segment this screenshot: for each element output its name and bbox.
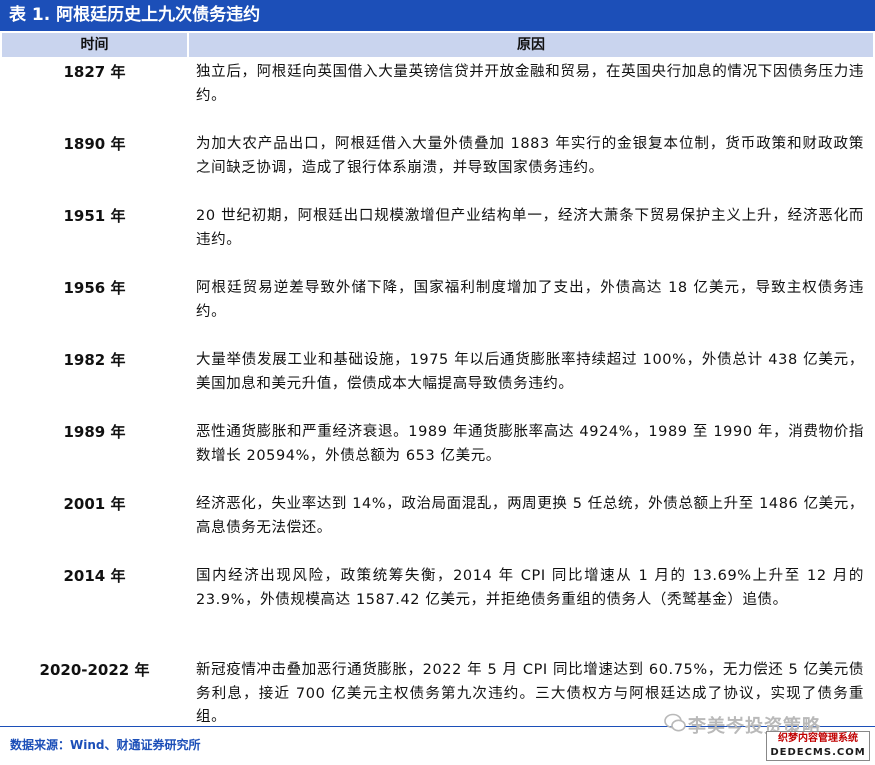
reason-cell: 经济恶化，失业率达到 14%，政治局面混乱，两周更换 5 任总统，外债总额上升至… <box>196 496 864 536</box>
reason-cell: 20 世纪初期，阿根廷出口规模激增但产业结构单一，经济大萧条下贸易保护主义上升，… <box>196 208 864 248</box>
reason-cell: 为加大农产品出口，阿根廷借入大量外债叠加 1883 年实行的金银复本位制，货币政… <box>196 136 864 176</box>
year-cell: 2014 年 <box>63 567 126 585</box>
watermark-site: DEDECMS.COM <box>770 747 866 758</box>
year-cell: 1956 年 <box>63 279 126 297</box>
reason-cell: 独立后，阿根廷向英国借入大量英镑信贷并开放金融和贸易，在英国央行加息的情况下因债… <box>196 64 864 104</box>
watermark-site-badge: 织梦内容管理系统 DEDECMS.COM <box>766 731 870 761</box>
year-cell: 1982 年 <box>63 351 126 369</box>
year-cell: 2020-2022 年 <box>39 661 150 679</box>
year-cell: 1827 年 <box>63 63 126 81</box>
reason-cell: 阿根廷贸易逆差导致外储下降，国家福利制度增加了支出，外债高达 18 亿美元，导致… <box>196 280 864 320</box>
column-header-time: 时间 <box>2 33 187 57</box>
year-cell: 1890 年 <box>63 135 126 153</box>
reason-cell: 恶性通货膨胀和严重经济衰退。1989 年通货膨胀率高达 4924%，1989 至… <box>196 424 864 464</box>
year-cell: 2001 年 <box>63 495 126 513</box>
year-cell: 1989 年 <box>63 423 126 441</box>
watermark-site-cn: 织梦内容管理系统 <box>778 733 858 744</box>
year-cell: 1951 年 <box>63 207 126 225</box>
reason-cell: 大量举债发展工业和基础设施，1975 年以后通货膨胀率持续超过 100%，外债总… <box>196 352 864 392</box>
table-title: 表 1. 阿根廷历史上九次债务违约 <box>0 0 875 31</box>
data-source-note: 数据来源：Wind、财通证券研究所 <box>10 738 201 752</box>
wechat-icon <box>664 713 686 732</box>
reason-cell: 国内经济出现风险，政策统筹失衡，2014 年 CPI 同比增速从 1 月的 13… <box>196 568 864 608</box>
column-header-reason: 原因 <box>189 33 873 57</box>
